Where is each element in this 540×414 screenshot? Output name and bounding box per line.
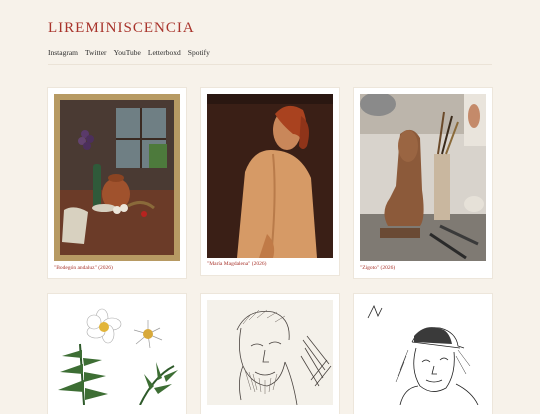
- artwork-caption[interactable]: "María Magdalena" (2026): [207, 261, 266, 267]
- site-header: LIREMINISCENCIA Instagram Twitter YouTub…: [48, 18, 492, 61]
- clay-sculpture-photo-icon[interactable]: [360, 94, 486, 261]
- man-portrait-sketch-icon[interactable]: [207, 300, 333, 405]
- gallery-card[interactable]: [48, 294, 186, 414]
- nav-youtube[interactable]: YouTube: [114, 45, 141, 61]
- nude-back-painting-icon[interactable]: [207, 94, 333, 258]
- nav-letterboxd[interactable]: Letterboxd: [148, 45, 181, 61]
- gallery-card[interactable]: "Bodegón andaluz" (2026): [48, 88, 186, 278]
- artwork-caption[interactable]: "Zigoto" (2026): [360, 265, 395, 271]
- botanical-drawing-icon[interactable]: [54, 300, 180, 405]
- nav-instagram[interactable]: Instagram: [48, 45, 78, 61]
- cap-portrait-sketch-icon[interactable]: [360, 300, 486, 405]
- artwork-caption[interactable]: "Bodegón andaluz" (2026): [54, 265, 113, 271]
- gallery-card[interactable]: [354, 294, 492, 414]
- site-title[interactable]: LIREMINISCENCIA: [48, 18, 492, 38]
- gallery-card[interactable]: "María Magdalena" (2026): [201, 88, 339, 275]
- main-nav: Instagram Twitter YouTube Letterboxd Spo…: [48, 45, 492, 61]
- header-divider: [48, 64, 492, 65]
- nav-spotify[interactable]: Spotify: [188, 45, 210, 61]
- gallery-card[interactable]: [201, 294, 339, 414]
- nav-twitter[interactable]: Twitter: [85, 45, 107, 61]
- gallery-card[interactable]: "Zigoto" (2026): [354, 88, 492, 278]
- still-life-painting-icon[interactable]: [54, 94, 180, 261]
